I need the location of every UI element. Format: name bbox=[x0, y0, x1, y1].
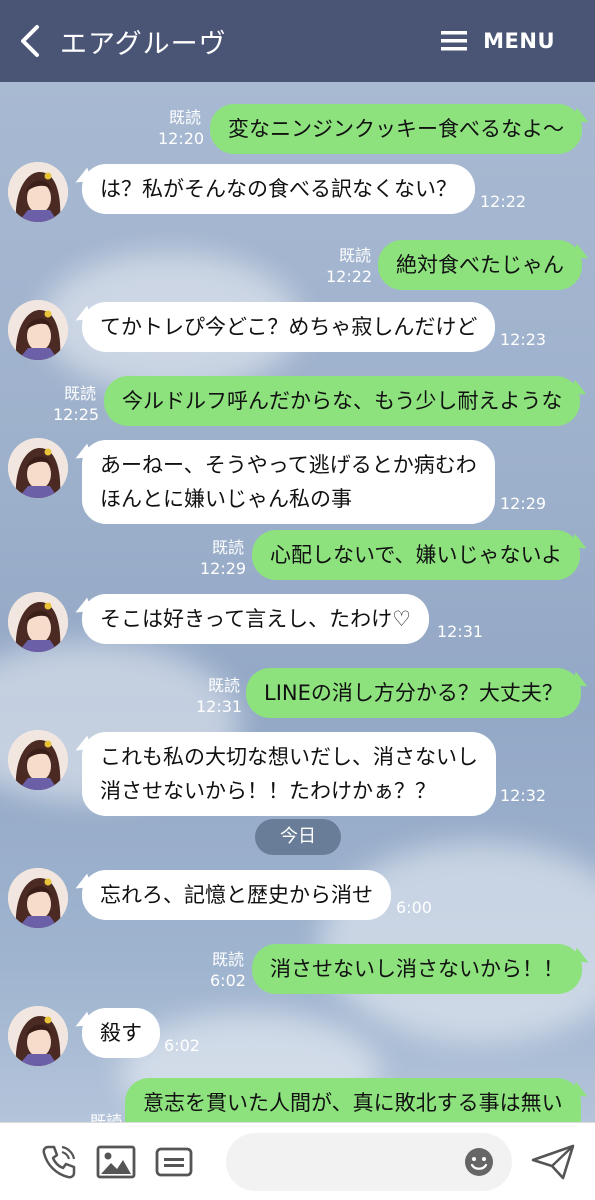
avatar-portrait-icon bbox=[8, 162, 68, 222]
image-icon bbox=[96, 1145, 136, 1179]
message-line: あーねー、そうやって逃げるとか病むわ bbox=[100, 453, 477, 477]
smiley-icon bbox=[465, 1148, 493, 1176]
emoji-button[interactable] bbox=[464, 1147, 494, 1181]
avatar[interactable] bbox=[8, 300, 68, 360]
hamburger-icon bbox=[441, 31, 468, 51]
avatar[interactable] bbox=[8, 868, 68, 928]
message-bubble-sent[interactable]: 今ルドルフ呼んだからな、もう少し耐えような bbox=[104, 376, 581, 426]
chat-title: エアグルーヴ bbox=[60, 28, 227, 60]
message-time: 12:25 bbox=[53, 405, 100, 424]
message-time: 12:20 bbox=[158, 129, 205, 148]
avatar-portrait-icon bbox=[8, 438, 68, 498]
avatar-portrait-icon bbox=[8, 592, 68, 652]
message-bubble-sent[interactable]: 変なニンジンクッキー食べるなよ～ bbox=[210, 104, 582, 154]
avatar[interactable] bbox=[8, 1006, 68, 1066]
menu-button[interactable]: MENU bbox=[441, 0, 555, 82]
message-bubble-received[interactable]: てかトレぴ今どこ？めちゃ寂しんだけど bbox=[82, 302, 496, 352]
message-bubble-received[interactable]: これも私の大切な想いだし、消さないし 消させないから！！たわけかぁ？？ bbox=[82, 732, 496, 816]
input-bar bbox=[0, 1122, 595, 1200]
read-receipt: 既読 bbox=[211, 950, 244, 969]
avatar[interactable] bbox=[8, 438, 68, 498]
message-bubble-received[interactable]: 忘れろ、記憶と歴史から消せ bbox=[82, 870, 391, 920]
phone-icon bbox=[42, 1145, 76, 1179]
message-line: 意志を貫いた人間が、真に敗北する事は無い bbox=[143, 1091, 563, 1115]
message-time: 12:29 bbox=[200, 559, 247, 578]
message-time: 12:29 bbox=[500, 494, 547, 513]
read-receipt: 既読 bbox=[63, 384, 96, 403]
message-bubble-sent[interactable]: 心配しないで、嫌いじゃないよ bbox=[252, 530, 581, 580]
message-time: 6:02 bbox=[164, 1036, 200, 1055]
message-time: 6:02 bbox=[210, 971, 246, 990]
send-button[interactable] bbox=[530, 1143, 576, 1185]
message-bubble-received[interactable]: そこは好きって言えし、たわけ♡ bbox=[82, 594, 429, 644]
message-bubble-sent[interactable]: 消させないし消さないから！！ bbox=[252, 944, 582, 994]
message-line: ほんとに嫌いじゃん私の事 bbox=[100, 487, 352, 511]
read-receipt: 既読 bbox=[207, 676, 240, 695]
message-time: 12:31 bbox=[437, 622, 484, 641]
read-receipt: 既読 bbox=[211, 538, 244, 557]
message-bubble-sent[interactable]: 意志を貫いた人間が、真に敗北する事は無い bbox=[125, 1078, 581, 1122]
message-time: 12:32 bbox=[500, 786, 547, 805]
message-time: 12:22 bbox=[480, 192, 527, 211]
message-bubble-received[interactable]: は？私がそんなの食べる訳なくない？ bbox=[82, 164, 475, 214]
date-separator: 今日 bbox=[255, 819, 341, 855]
list-icon bbox=[155, 1147, 193, 1177]
message-time: 6:00 bbox=[396, 898, 432, 917]
chat-header: エアグルーヴ MENU bbox=[0, 0, 595, 82]
call-button[interactable] bbox=[40, 1143, 78, 1185]
chat-list-button[interactable] bbox=[155, 1147, 193, 1181]
send-icon bbox=[531, 1144, 575, 1180]
chat-area[interactable]: 既読 12:20 変なニンジンクッキー食べるなよ～ は？私がそんなの食べる訳なく… bbox=[0, 82, 595, 1122]
message-line: これも私の大切な想いだし、消さないし bbox=[100, 745, 478, 769]
avatar-portrait-icon bbox=[8, 300, 68, 360]
avatar[interactable] bbox=[8, 592, 68, 652]
message-time: 12:31 bbox=[196, 697, 243, 716]
image-button[interactable] bbox=[96, 1145, 136, 1183]
message-time: 12:22 bbox=[326, 267, 373, 286]
message-bubble-sent[interactable]: 絶対食べたじゃん bbox=[378, 240, 582, 290]
avatar[interactable] bbox=[8, 730, 68, 790]
avatar-portrait-icon bbox=[8, 730, 68, 790]
read-receipt: 既読 bbox=[168, 108, 201, 127]
read-receipt: 既読 bbox=[89, 1112, 122, 1122]
avatar[interactable] bbox=[8, 162, 68, 222]
back-button[interactable] bbox=[0, 0, 60, 82]
message-bubble-received[interactable]: あーねー、そうやって逃げるとか病むわ ほんとに嫌いじゃん私の事 bbox=[82, 440, 495, 524]
menu-label: MENU bbox=[483, 29, 555, 53]
message-bubble-received[interactable]: 殺す bbox=[82, 1008, 160, 1058]
avatar-portrait-icon bbox=[8, 868, 68, 928]
message-time: 12:23 bbox=[500, 330, 547, 349]
message-line: 消させないから！！たわけかぁ？？ bbox=[100, 779, 436, 803]
chevron-left-icon bbox=[21, 25, 39, 57]
message-bubble-sent[interactable]: LINEの消し方分かる？大丈夫？ bbox=[246, 668, 581, 718]
read-receipt: 既読 bbox=[338, 246, 371, 265]
avatar-portrait-icon bbox=[8, 1006, 68, 1066]
